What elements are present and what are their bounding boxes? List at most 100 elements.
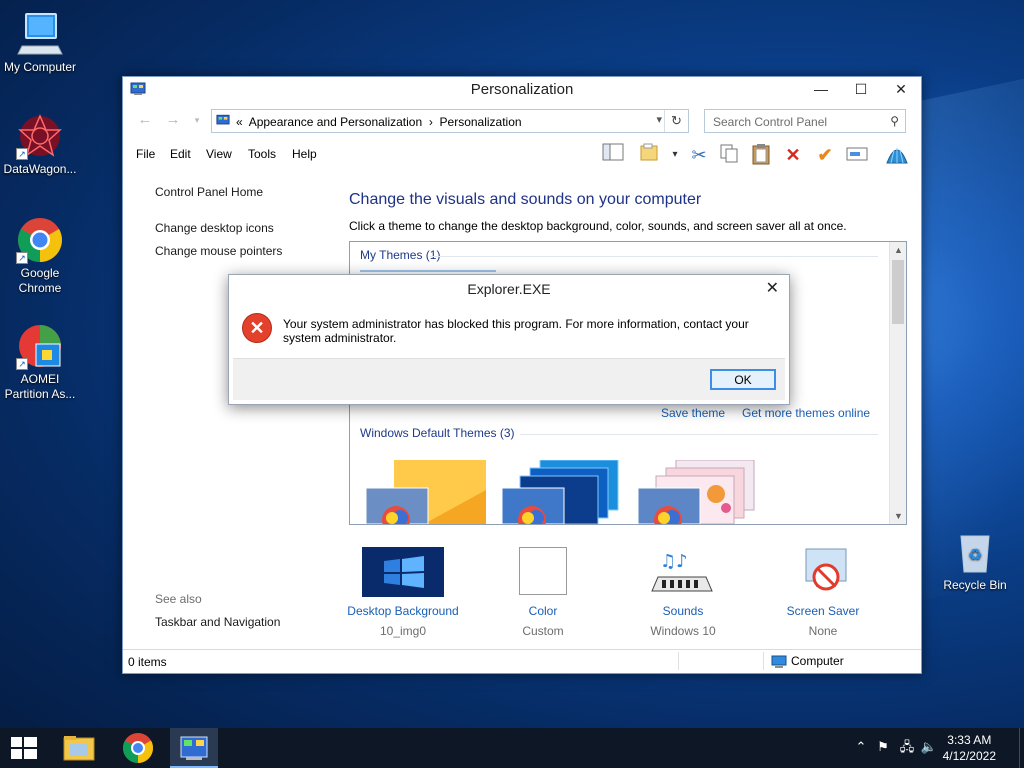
color-swatch (502, 547, 584, 597)
save-theme-link[interactable]: Save theme (661, 406, 725, 420)
desktop-background-label[interactable]: Desktop Background (333, 604, 473, 618)
dialog-title: Explorer.EXE (467, 281, 551, 297)
search-input[interactable]: Search Control Panel ⚲ (704, 109, 906, 133)
theme-thumbnail-windows-10[interactable] (500, 459, 626, 524)
search-icon[interactable]: ⚲ (890, 114, 899, 128)
desktop-icon-aomei[interactable]: ↗ AOMEI Partition As... (0, 322, 80, 402)
breadcrumb: « Appearance and Personalization › Perso… (236, 115, 522, 129)
sidebar-control-panel-home[interactable]: Control Panel Home (155, 185, 263, 199)
organize-folder-icon[interactable] (639, 143, 663, 167)
ok-button[interactable]: OK (710, 369, 776, 390)
back-arrow-icon[interactable]: ← (135, 111, 155, 128)
action-center-flag-icon[interactable]: ⚑ (874, 738, 892, 756)
scroll-up-icon[interactable]: ▲ (890, 242, 906, 258)
address-dropdown-icon[interactable]: ▾ (656, 113, 662, 126)
organize-dropdown-icon[interactable]: ▾ (663, 143, 687, 167)
network-icon[interactable]: 🖧 (898, 738, 916, 756)
theme-thumbnail-flowers[interactable] (636, 459, 762, 524)
sounds-item[interactable]: ♫♪ Sounds Windows 10 (613, 547, 753, 638)
desktop-icon-label: Google Chrome (18, 266, 62, 295)
breadcrumb-overflow[interactable]: « (236, 115, 243, 129)
desktop-icon-google-chrome[interactable]: ↗ Google Chrome (0, 216, 80, 296)
scroll-thumb[interactable] (892, 260, 904, 324)
start-button[interactable] (0, 728, 48, 768)
refresh-icon[interactable]: ↻ (664, 110, 688, 132)
dialog-close-button[interactable]: ✕ (766, 278, 779, 298)
title-bar[interactable]: Personalization — ☐ ✕ (123, 77, 921, 103)
breadcrumb-appearance[interactable]: Appearance and Personalization (249, 115, 422, 129)
menu-file[interactable]: File (136, 147, 155, 161)
chrome-icon (122, 733, 154, 763)
properties-check-icon[interactable]: ✔ (813, 143, 837, 167)
address-bar[interactable]: « Appearance and Personalization › Perso… (211, 109, 689, 133)
desktop-icon-recycle-bin[interactable]: ♻ Recycle Bin (935, 528, 1015, 593)
desktop-background-item[interactable]: Desktop Background 10_img0 (333, 547, 473, 638)
control-panel-icon (180, 736, 208, 760)
recycle-bin-icon: ♻ (951, 528, 999, 576)
clock-date: 4/12/2022 (942, 749, 996, 763)
dialog-message: Your system administrator has blocked th… (283, 317, 749, 345)
show-hidden-icons-chevron-icon[interactable]: ⌃ (852, 738, 870, 756)
screen-saver-item[interactable]: Screen Saver None (753, 547, 893, 638)
system-clock[interactable]: 3:33 AM 4/12/2022 (943, 732, 996, 764)
search-placeholder: Search Control Panel (713, 115, 828, 129)
dialog-footer: OK (233, 358, 785, 400)
shell-icon[interactable] (885, 143, 909, 167)
delete-icon[interactable]: ✕ (781, 143, 805, 167)
datawagon-icon: ↗ (16, 112, 64, 160)
copy-icon[interactable] (717, 143, 741, 167)
aomei-icon: ↗ (16, 322, 64, 370)
theme-settings-row: Desktop Background 10_img0 Color Custom … (347, 547, 909, 643)
menu-edit[interactable]: Edit (170, 147, 191, 161)
breadcrumb-separator[interactable]: › (429, 115, 433, 129)
sidebar-taskbar-and-navigation[interactable]: Taskbar and Navigation (155, 615, 280, 629)
taskbar-file-explorer[interactable] (56, 728, 104, 768)
selected-theme-tile[interactable] (360, 270, 496, 272)
color-value: Custom (522, 624, 564, 638)
shortcut-arrow-icon: ↗ (16, 252, 28, 264)
menu-tools[interactable]: Tools (248, 147, 276, 161)
menu-help[interactable]: Help (292, 147, 317, 161)
page-description: Click a theme to change the desktop back… (349, 219, 847, 233)
breadcrumb-personalization[interactable]: Personalization (440, 115, 522, 129)
shortcut-arrow-icon: ↗ (16, 148, 28, 160)
taskbar-google-chrome[interactable] (114, 728, 162, 768)
forward-arrow-icon[interactable]: → (163, 111, 183, 128)
svg-text:♫♪: ♫♪ (660, 551, 688, 572)
shortcut-arrow-icon: ↗ (16, 358, 28, 370)
rename-icon[interactable] (845, 143, 869, 167)
status-bar: 0 items Computer (123, 649, 921, 673)
volume-muted-icon[interactable]: 🔈 (920, 738, 938, 756)
minimize-button[interactable]: — (801, 77, 841, 103)
maximize-button[interactable]: ☐ (841, 77, 881, 103)
desktop-background-thumbnail (362, 547, 444, 597)
computer-icon (16, 10, 64, 58)
taskbar: ⌃ ⚑ 🖧 🔈 3:33 AM 4/12/2022 (0, 728, 1024, 768)
item-count: 0 items (128, 655, 167, 669)
sidebar-change-desktop-icons[interactable]: Change desktop icons (155, 221, 274, 235)
cut-icon[interactable]: ✂ (687, 143, 711, 167)
sounds-label[interactable]: Sounds (613, 604, 753, 618)
status-divider (763, 652, 764, 670)
show-desktop-button[interactable] (1019, 728, 1024, 768)
themes-scrollbar[interactable]: ▲ ▼ (889, 242, 906, 524)
sidebar-change-mouse-pointers[interactable]: Change mouse pointers (155, 244, 282, 258)
chrome-icon: ↗ (16, 216, 64, 264)
desktop-icon-my-computer[interactable]: My Computer (0, 10, 80, 75)
menu-bar: File Edit View Tools Help ▾ ✂ ✕ ✔ (123, 139, 921, 169)
screen-saver-label[interactable]: Screen Saver (753, 604, 893, 618)
desktop-icon-datawagon[interactable]: ↗ DataWagon... (0, 112, 80, 177)
color-label[interactable]: Color (473, 604, 613, 618)
menu-view[interactable]: View (206, 147, 232, 161)
theme-thumbnail-windows[interactable] (364, 460, 490, 524)
close-button[interactable]: ✕ (881, 77, 921, 103)
see-also-heading: See also (155, 592, 202, 606)
taskbar-control-panel[interactable] (170, 728, 218, 768)
recent-pages-chevron-icon[interactable]: ▾ (187, 115, 207, 126)
scroll-down-icon[interactable]: ▼ (890, 508, 906, 524)
paste-icon[interactable] (749, 143, 773, 167)
color-item[interactable]: Color Custom (473, 547, 613, 638)
get-more-themes-link[interactable]: Get more themes online (742, 406, 870, 420)
layout-pane-icon[interactable] (601, 143, 625, 167)
desktop-icon-label: AOMEI Partition As... (4, 372, 76, 401)
